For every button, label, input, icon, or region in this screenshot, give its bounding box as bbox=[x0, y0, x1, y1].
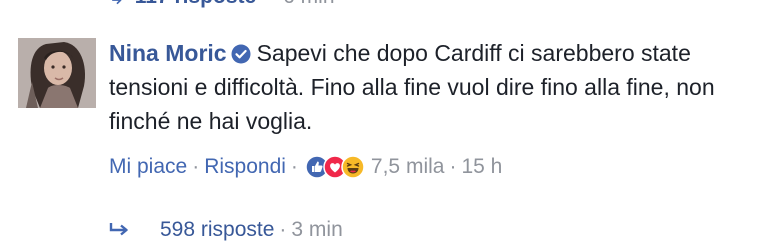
comment-body: Nina Moric Sapevi che dopo Cardiff ci sar… bbox=[109, 36, 749, 138]
dot-separator: · bbox=[266, 0, 273, 9]
dot-separator: · bbox=[290, 155, 298, 178]
previous-replies-row: ↳ 117 risposte · 6 min bbox=[108, 0, 335, 10]
previous-replies-link[interactable]: 117 risposte bbox=[135, 0, 256, 9]
avatar-photo-icon bbox=[18, 38, 96, 108]
verified-badge-icon bbox=[231, 39, 251, 64]
reply-arrow-icon: ↳ bbox=[108, 0, 125, 10]
reply-arrow-icon bbox=[109, 223, 128, 236]
reactions-summary[interactable] bbox=[305, 155, 365, 179]
replies-time: 3 min bbox=[291, 218, 343, 241]
comment-actions: Mi piace · Rispondi · 7,5 mila · 15 h bbox=[109, 152, 502, 182]
replies-row: 598 risposte · 3 min bbox=[108, 215, 343, 245]
dot-separator: · bbox=[449, 155, 457, 178]
comment-author[interactable]: Nina Moric bbox=[109, 40, 227, 66]
haha-icon bbox=[341, 155, 365, 179]
dot-separator: · bbox=[192, 155, 200, 178]
avatar[interactable] bbox=[18, 38, 96, 108]
dot-separator: · bbox=[279, 218, 287, 241]
reaction-count[interactable]: 7,5 mila bbox=[371, 155, 445, 179]
previous-replies-time: 6 min bbox=[283, 0, 334, 9]
like-button[interactable]: Mi piace bbox=[109, 155, 187, 179]
reply-button[interactable]: Rispondi bbox=[204, 155, 286, 179]
view-replies-link[interactable]: 598 risposte bbox=[160, 218, 274, 242]
comment-thread: ↳ 117 risposte · 6 min Nina MoricSapevi … bbox=[0, 0, 767, 250]
comment-time[interactable]: 15 h bbox=[461, 155, 502, 179]
